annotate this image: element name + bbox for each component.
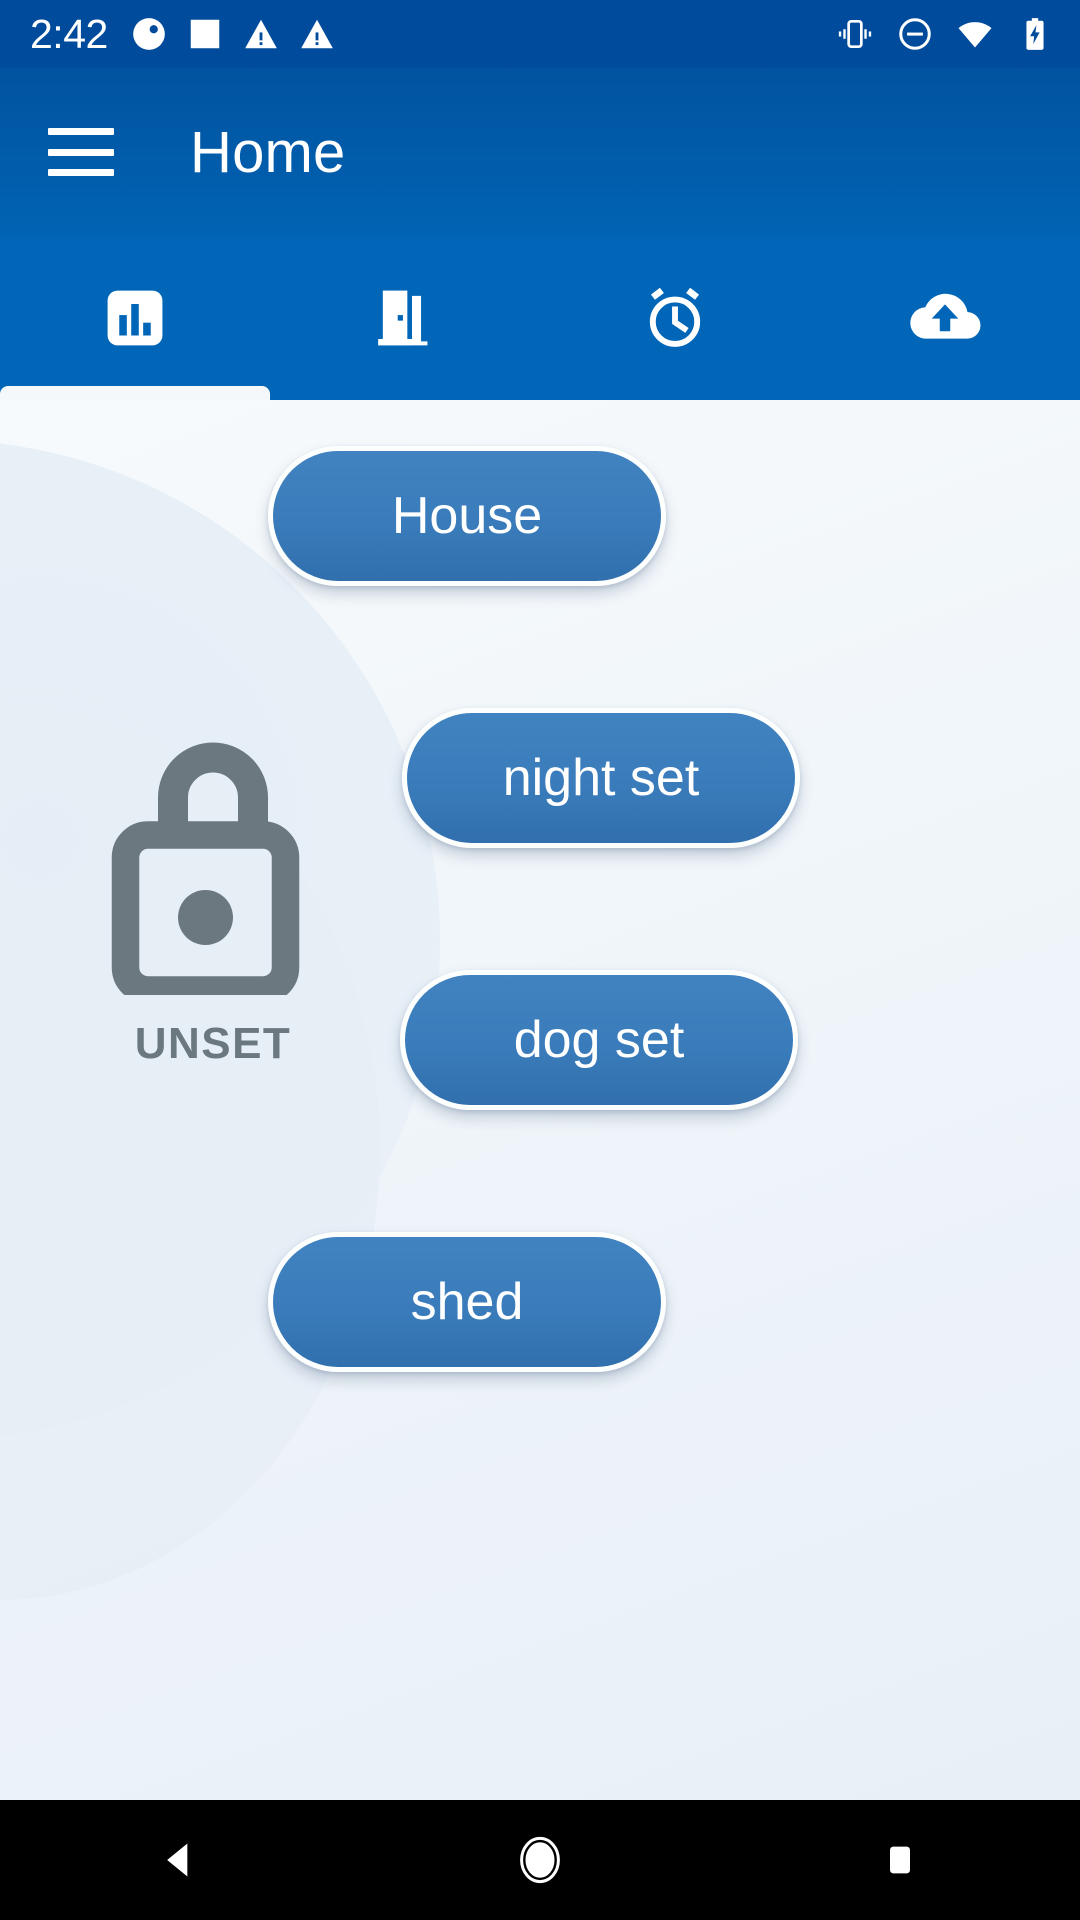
- tab-overview[interactable]: [0, 236, 270, 400]
- alarm-status-group: UNSET: [68, 730, 358, 1069]
- unlocked-padlock-icon: [111, 742, 300, 995]
- scene-button-shed[interactable]: shed: [268, 1232, 666, 1372]
- back-button[interactable]: [100, 1800, 260, 1920]
- scene-button-label: shed: [410, 1273, 524, 1331]
- scene-button-label: House: [391, 487, 543, 545]
- warning-triangle-icon: [244, 19, 277, 49]
- scene-button-label: dog set: [513, 1011, 685, 1069]
- scene-button-label: night set: [502, 749, 700, 807]
- do-not-disturb-icon: [899, 18, 931, 50]
- active-tab-indicator: [0, 386, 270, 400]
- page-title: Home: [190, 119, 346, 185]
- back-triangle-icon: [167, 1843, 188, 1877]
- home-button[interactable]: [460, 1800, 620, 1920]
- alarm-status-label: UNSET: [134, 1019, 292, 1068]
- status-bar-notification-icons: [130, 15, 336, 53]
- wifi-icon: [958, 22, 992, 48]
- main-content: UNSET House night set dog set shed: [0, 400, 1080, 1800]
- status-bar: 2:42: [0, 0, 1080, 68]
- app-bar: Home: [0, 68, 1080, 236]
- tab-alarms[interactable]: [540, 236, 810, 400]
- scene-button-night-set[interactable]: night set: [402, 708, 800, 848]
- scene-button-dog-set[interactable]: dog set: [400, 970, 798, 1110]
- battery-charging-icon: [1026, 18, 1044, 50]
- tab-doors[interactable]: [270, 236, 540, 400]
- vibrate-icon: [838, 19, 872, 49]
- warning-triangle-icon: [300, 19, 333, 49]
- cloud-upload-icon: [910, 293, 981, 339]
- home-circle-icon: [520, 1836, 560, 1884]
- phone-screen: 2:42 Home UNSET House night set dog set …: [0, 0, 1080, 1920]
- scene-button-house[interactable]: House: [268, 446, 666, 586]
- contrast-circle-icon: [132, 18, 165, 50]
- square-notification-icon: [190, 19, 220, 49]
- bar-chart-icon: [107, 290, 163, 346]
- status-bar-system-icons: [836, 15, 1054, 53]
- recents-square-icon: [890, 1846, 910, 1874]
- tab-bar: [0, 236, 1080, 400]
- recents-button[interactable]: [820, 1800, 980, 1920]
- tab-upload[interactable]: [810, 236, 1080, 400]
- hamburger-menu-icon[interactable]: [48, 128, 114, 176]
- door-icon: [378, 290, 428, 346]
- status-bar-clock: 2:42: [30, 10, 108, 57]
- android-navigation-bar: [0, 1800, 1080, 1920]
- alarm-clock-icon: [649, 287, 701, 347]
